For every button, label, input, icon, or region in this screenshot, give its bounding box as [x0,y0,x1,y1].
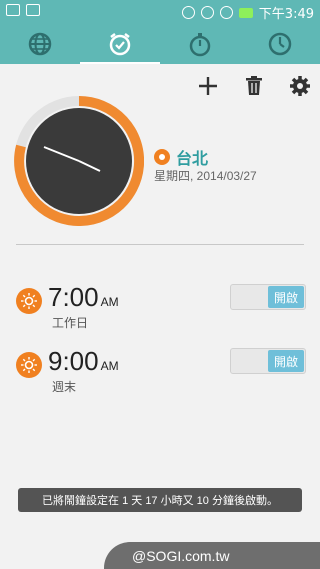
sun-icon [16,288,42,314]
city-row: 台北 [154,145,208,169]
timer-icon [268,32,292,56]
alarm-toggle[interactable]: 開啟 [230,348,306,374]
tab-bar [0,24,320,64]
world-clock-icon [28,32,52,56]
toolbar [196,74,312,98]
alarm-item[interactable]: 7:00 AM 工作日 開啟 [16,282,316,344]
alarm-clock-icon [109,33,131,56]
add-icon[interactable] [196,74,220,98]
alarm-ampm: AM [100,295,119,309]
analog-clock [14,96,144,226]
alarm-toggle[interactable]: 開啟 [230,284,306,310]
alarm-toggle-on[interactable]: 開啟 [268,350,304,372]
alarm-time-value: 7:00 [48,282,99,312]
tab-alarm[interactable] [80,24,160,64]
gallery-icon [6,4,20,16]
tab-timer[interactable] [240,24,320,64]
signal-icon [219,6,233,19]
alarm-toggle-on[interactable]: 開啟 [268,286,304,308]
status-right: 下午3:49 [181,3,314,22]
alarm-ampm: AM [100,359,119,373]
tab-stopwatch[interactable] [160,24,240,64]
status-bar: 下午3:49 [0,0,320,24]
city-date: 星期四, 2014/03/27 [154,169,257,183]
alarm-time-value: 9:00 [48,346,99,376]
alarm-item[interactable]: 9:00 AM 週末 開啟 [16,346,316,408]
city-name: 台北 [176,151,209,168]
alarm-time: 7:00 AM [48,282,119,313]
settings-icon[interactable] [288,74,312,98]
alarm-time: 9:00 AM [48,346,119,377]
sun-icon [16,352,42,378]
tab-world-clock[interactable] [0,24,80,64]
status-left [6,4,40,16]
battery-icon [238,7,253,18]
alarm-label: 週末 [52,380,77,394]
watermark: @SOGI.com.tw [104,542,320,569]
status-time: 下午3:49 [258,7,314,22]
alarm-label: 工作日 [52,316,89,330]
sun-icon [154,149,170,165]
stopwatch-icon [189,33,211,57]
wifi-icon [200,6,214,19]
alarm-icon [181,6,195,19]
mail-icon [26,4,40,16]
divider [16,244,304,245]
delete-icon[interactable] [242,74,266,98]
toast-message: 已將鬧鐘設定在 1 天 17 小時又 10 分鐘後啟動。 [18,488,302,512]
